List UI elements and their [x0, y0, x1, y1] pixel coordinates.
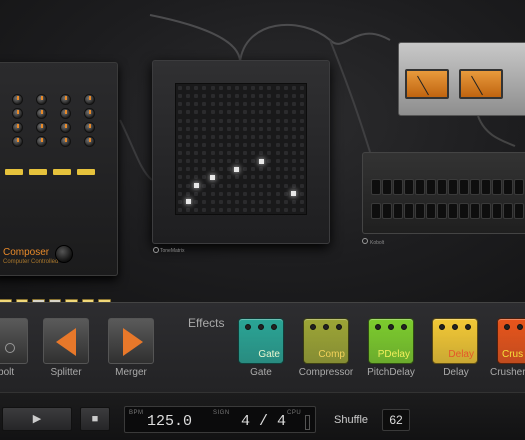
stop-button[interactable]: ■ [80, 407, 110, 431]
knob[interactable] [59, 108, 71, 119]
channel-label [77, 169, 95, 175]
splitter-icon [56, 328, 76, 356]
channel-label [29, 169, 47, 175]
kobolt-device-button[interactable] [0, 318, 28, 364]
kobolt-icon [5, 343, 15, 353]
knob[interactable] [83, 108, 95, 119]
merger-icon [123, 328, 143, 356]
play-icon: ▶ [32, 413, 42, 425]
cpu-meter [305, 415, 310, 430]
merger-device-button[interactable] [108, 318, 154, 364]
knob[interactable] [11, 122, 23, 133]
delay-pedal[interactable]: Delay [432, 318, 478, 364]
tonematrix-label: ToneMatrix [160, 248, 185, 254]
knob[interactable] [35, 122, 47, 133]
tonematrix-grid[interactable] [175, 83, 307, 215]
knob[interactable] [59, 122, 71, 133]
crusher-pedal[interactable]: Crus [497, 318, 525, 364]
composer-device[interactable]: Composer Computer Controlled [0, 62, 118, 302]
vu-meter-device [398, 42, 525, 116]
play-button[interactable]: ▶ [2, 407, 72, 431]
gate-pedal[interactable]: Gate [238, 318, 284, 364]
shuffle-label: Shuffle [334, 414, 369, 426]
active-note [291, 191, 297, 197]
splitter-device-button[interactable] [43, 318, 89, 364]
active-note [193, 183, 199, 188]
knob[interactable] [35, 136, 47, 147]
sign-value[interactable]: 4 / 4 [241, 413, 286, 430]
pedal-name: PDelay [377, 349, 410, 360]
power-icon[interactable] [362, 238, 368, 244]
composer-main-knob[interactable] [55, 245, 73, 263]
pedal-label: Gate [250, 367, 272, 378]
tonematrix-device[interactable] [152, 60, 330, 244]
bpm-label: BPM [129, 410, 144, 416]
active-note [185, 199, 191, 205]
sign-label: SIGN [213, 410, 230, 416]
stop-icon: ■ [91, 413, 99, 425]
shuffle-value[interactable]: 62 [382, 409, 410, 431]
pedal-name: Comp [318, 349, 345, 360]
pedal-name: Delay [448, 349, 474, 360]
pitchdelay-pedal[interactable]: PDelay [368, 318, 414, 364]
bpm-value[interactable]: 125.0 [147, 413, 192, 430]
active-note [210, 174, 215, 180]
kobolt-device[interactable] [362, 152, 525, 234]
active-note [258, 158, 264, 164]
compressor-pedal[interactable]: Comp [303, 318, 349, 364]
transport-bar: ▶ ■ BPM 125.0 SIGN 4 / 4 CPU Shuffle 62 [0, 392, 525, 440]
knob[interactable] [35, 94, 47, 105]
power-icon[interactable] [153, 247, 159, 253]
device-rack: Composer Computer Controlled ToneMatrix … [0, 0, 525, 302]
knob[interactable] [83, 136, 95, 147]
vu-meter-left [405, 69, 449, 99]
device-label: Splitter [50, 367, 82, 378]
composer-title: Composer [3, 247, 50, 258]
effects-panel: Effects Kobolt Splitter Merger Gate Gate… [0, 302, 525, 392]
knob[interactable] [11, 136, 23, 147]
kobolt-label: Kobolt [370, 240, 385, 246]
pedal-name: Crus [502, 349, 524, 360]
pedal-label: Delay [443, 367, 469, 378]
active-note [234, 166, 240, 172]
pedal-label: Compressor [298, 367, 354, 378]
knob[interactable] [35, 108, 47, 119]
device-label: Merger [115, 367, 147, 378]
pedal-label: PitchDelay [367, 367, 415, 378]
pedal-name: Gate [258, 349, 280, 360]
knob[interactable] [59, 94, 71, 105]
knob[interactable] [83, 122, 95, 133]
effects-title: Effects [188, 316, 225, 330]
knob[interactable] [83, 94, 95, 105]
knob[interactable] [59, 136, 71, 147]
device-label: Kobolt [0, 367, 15, 378]
pedal-label: Crusher [490, 367, 525, 378]
vu-meter-right [459, 69, 503, 99]
composer-subtitle: Computer Controlled [3, 259, 59, 265]
cpu-label: CPU [287, 410, 302, 416]
transport-display: BPM 125.0 SIGN 4 / 4 CPU [124, 406, 316, 433]
knob[interactable] [11, 94, 23, 105]
channel-label [53, 169, 71, 175]
knob[interactable] [11, 108, 23, 119]
channel-label [5, 169, 23, 175]
